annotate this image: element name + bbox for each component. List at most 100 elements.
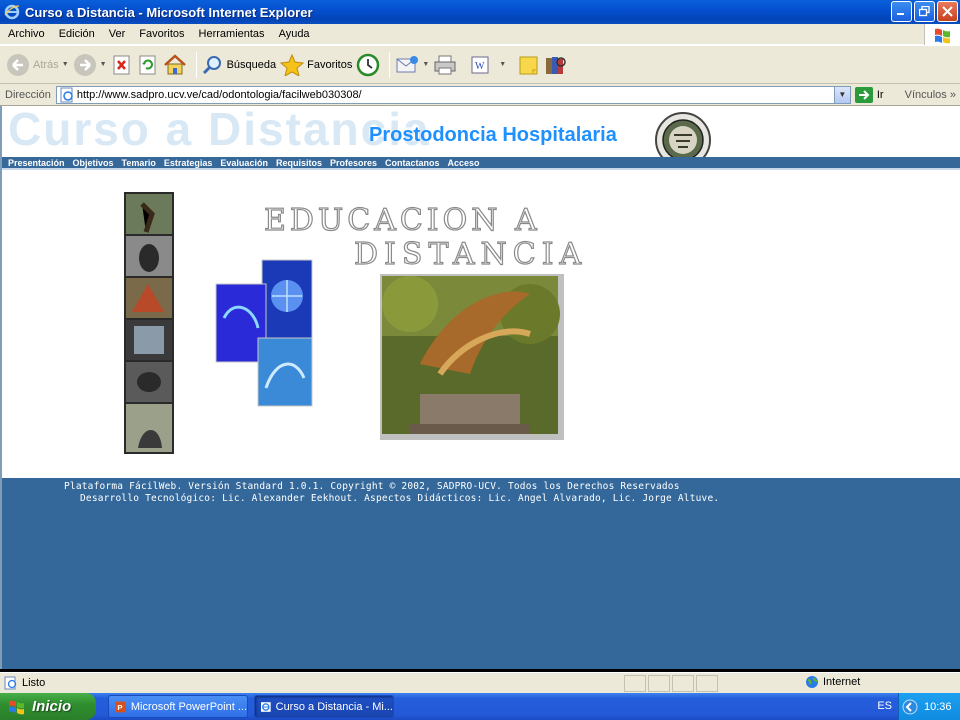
back-button[interactable]: Atrás ▼	[6, 50, 69, 80]
minimize-icon	[897, 13, 904, 15]
site-footer: Plataforma FácilWeb. Versión Standard 1.…	[2, 478, 960, 669]
refresh-button[interactable]	[137, 50, 159, 80]
nav-estrategias[interactable]: Estrategias	[164, 158, 213, 168]
site-nav: Presentación Objetivos Temario Estrategi…	[2, 157, 960, 168]
ie-taskbar-icon	[261, 701, 271, 712]
back-dropdown-icon[interactable]: ▼	[62, 61, 69, 68]
nav-requisitos[interactable]: Requisitos	[276, 158, 322, 168]
edit-dropdown-icon[interactable]: ▼	[499, 61, 506, 68]
menu-edicion[interactable]: Edición	[52, 28, 102, 40]
favorites-label: Favoritos	[307, 58, 353, 71]
windows-logo-icon	[924, 24, 960, 45]
security-zone[interactable]: Internet	[805, 675, 860, 689]
search-label: Búsqueda	[226, 58, 277, 71]
heading-line-2: DISTANCIA	[354, 237, 587, 268]
toolbar-separator	[195, 51, 197, 78]
word-edit-icon: W	[471, 56, 489, 73]
nav-presentacion[interactable]: Presentación	[8, 158, 65, 168]
status-cell	[624, 674, 646, 692]
nav-divider	[2, 168, 960, 170]
menu-herramientas[interactable]: Herramientas	[192, 28, 272, 40]
menu-ayuda[interactable]: Ayuda	[272, 28, 317, 40]
mail-button[interactable]: ▼	[395, 50, 429, 80]
discuss-button[interactable]	[518, 50, 540, 80]
system-tray: 10:36	[898, 693, 960, 720]
forward-dropdown-icon[interactable]: ▼	[100, 61, 107, 68]
footer-copyright: Plataforma FácilWeb. Versión Standard 1.…	[64, 481, 680, 492]
research-button[interactable]	[544, 50, 568, 80]
stop-icon	[113, 55, 130, 74]
close-icon	[942, 6, 953, 17]
menu-archivo[interactable]: Archivo	[0, 28, 52, 40]
menu-bar: Archivo Edición Ver Favoritos Herramient…	[0, 24, 960, 45]
footer-credits: Desarrollo Tecnológico: Lic. Alexander E…	[80, 493, 720, 504]
header-watermark: Curso a Distancia	[8, 106, 431, 155]
heading-line-1: EDUCACION A	[264, 203, 541, 238]
nav-evaluacion[interactable]: Evaluación	[220, 158, 268, 168]
clock[interactable]: 10:36	[924, 701, 952, 713]
history-button[interactable]	[356, 50, 380, 80]
svg-text:P: P	[117, 703, 122, 712]
status-area: Listo	[4, 675, 624, 692]
note-icon	[519, 56, 538, 74]
address-dropdown-icon[interactable]: ▼	[833, 86, 850, 103]
language-indicator[interactable]: ES	[877, 700, 892, 712]
edit-button[interactable]: W ▼	[469, 50, 506, 80]
go-button[interactable]: Ir	[854, 86, 884, 103]
history-icon	[357, 53, 380, 76]
close-button[interactable]	[937, 1, 958, 22]
toolbar-separator	[389, 51, 391, 78]
tray-expand-icon[interactable]	[902, 699, 918, 715]
window-title-bar[interactable]: Curso a Distancia - Microsoft Internet E…	[0, 0, 960, 24]
maximize-button[interactable]	[914, 1, 935, 22]
restore-icon	[919, 6, 930, 17]
taskbar-powerpoint[interactable]: P Microsoft PowerPoint ...	[108, 695, 248, 718]
forward-button[interactable]: ▼	[73, 50, 107, 80]
nav-contactanos[interactable]: Contactanos	[385, 158, 440, 168]
home-button[interactable]	[163, 50, 187, 80]
print-button[interactable]	[433, 50, 457, 80]
go-label: Ir	[876, 88, 884, 101]
page-title: Prostodoncia Hospitalaria	[369, 124, 617, 146]
page-done-icon	[4, 676, 17, 690]
refresh-icon	[139, 55, 156, 74]
nav-temario[interactable]: Temario	[122, 158, 156, 168]
back-label: Atrás	[33, 58, 59, 71]
address-bar: Dirección ▼ Ir Vínculos »	[0, 84, 960, 106]
window-title: Curso a Distancia - Microsoft Internet E…	[25, 4, 313, 20]
nav-objetivos[interactable]: Objetivos	[73, 158, 114, 168]
back-arrow-icon	[7, 53, 29, 76]
sculpture-filmstrip-image	[124, 192, 174, 454]
start-button[interactable]: Inicio	[0, 693, 96, 720]
minimize-button[interactable]	[891, 1, 912, 22]
mail-dropdown-icon[interactable]: ▼	[422, 61, 429, 68]
zone-label: Internet	[823, 676, 861, 688]
search-button[interactable]: Búsqueda	[202, 50, 277, 80]
home-icon	[163, 53, 186, 74]
taskbar: Inicio P Microsoft PowerPoint ... Curso …	[0, 693, 960, 720]
address-field[interactable]: ▼	[55, 85, 851, 104]
taskbar-ie-label: Curso a Distancia - Mi...	[275, 700, 393, 713]
nav-acceso[interactable]: Acceso	[448, 158, 480, 168]
status-cell	[672, 674, 694, 692]
links-toolbar[interactable]: Vínculos »	[905, 89, 956, 101]
standard-toolbar: Atrás ▼ ▼ Búsqueda Favoritos ▼ W ▼	[0, 45, 960, 84]
sculpture-photo-image	[380, 274, 564, 440]
forward-arrow-icon	[73, 53, 96, 76]
window-controls	[891, 1, 958, 22]
menu-ver[interactable]: Ver	[102, 28, 133, 40]
windows-flag-icon	[9, 700, 24, 714]
star-icon	[280, 53, 305, 76]
stop-button[interactable]	[111, 50, 133, 80]
url-input[interactable]	[76, 88, 817, 101]
taskbar-ie[interactable]: Curso a Distancia - Mi...	[254, 695, 394, 718]
favorites-button[interactable]: Favoritos	[280, 50, 352, 80]
menu-favoritos[interactable]: Favoritos	[132, 28, 191, 40]
links-label: Vínculos	[904, 88, 947, 101]
svg-text:W: W	[475, 61, 485, 72]
educacion-a-distancia-heading: EDUCACION A DISTANCIA	[264, 202, 587, 268]
nav-profesores[interactable]: Profesores	[330, 158, 377, 168]
search-icon	[202, 55, 221, 74]
globe-icon	[806, 676, 818, 688]
internet-explorer-icon	[4, 4, 20, 20]
